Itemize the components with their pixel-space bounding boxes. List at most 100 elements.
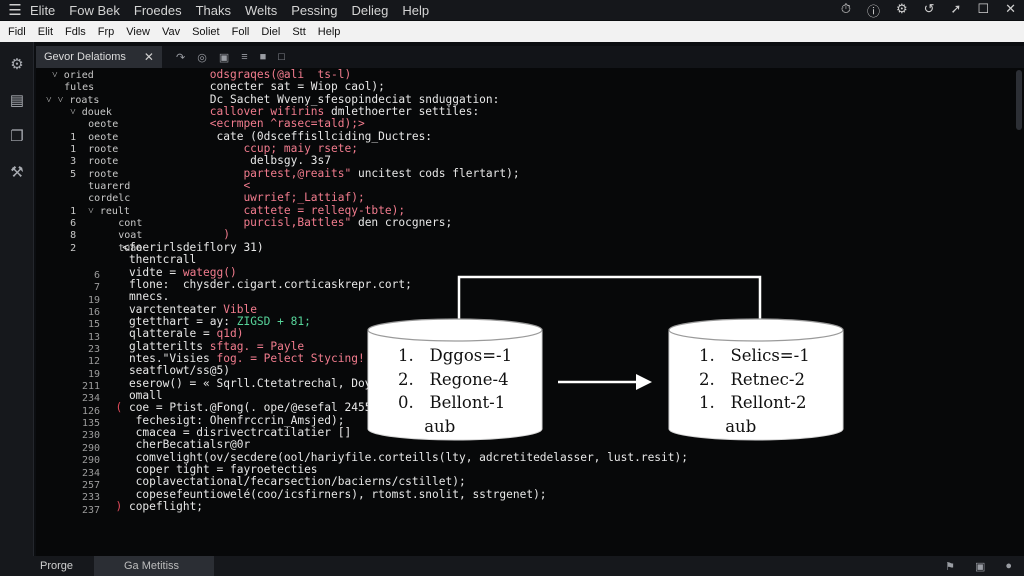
code-token: mnecs. bbox=[102, 290, 170, 304]
code-token: <foerirlsdeiflory 31) bbox=[102, 240, 264, 254]
code-token: omall bbox=[102, 388, 163, 402]
code-token: callover wifirins bbox=[102, 105, 332, 119]
line-number: 290 bbox=[81, 455, 100, 467]
toolbar-icon[interactable]: ■ bbox=[260, 51, 267, 64]
code-token: glatterilts bbox=[102, 339, 210, 353]
timer-icon[interactable]: ⏱ bbox=[841, 1, 851, 20]
db-entry: 1. Rellont-2 bbox=[699, 393, 807, 412]
menu-item[interactable]: Elite bbox=[30, 3, 55, 18]
menu-item[interactable]: Fdls bbox=[65, 26, 86, 38]
code-token: eserow() = « Sqrll.Ctetatrechal, Doy"; bbox=[102, 376, 385, 390]
line-number: 257 bbox=[81, 479, 100, 491]
code-token: odsgraqes(@ali ts-l) bbox=[102, 68, 352, 81]
line-number-gutter: 6 7 19 16 15 13 23 12 19 211 234 126 135 230 290 290 234… bbox=[40, 270, 100, 517]
line-number: 15 bbox=[87, 319, 100, 331]
gear-icon[interactable]: ⚙ bbox=[0, 46, 34, 82]
menu-item[interactable]: Diel bbox=[261, 26, 280, 38]
hamburger-menu-icon[interactable]: ☰ bbox=[0, 1, 30, 19]
line-number: 290 bbox=[81, 442, 100, 454]
close-icon[interactable]: ✕ bbox=[144, 50, 154, 64]
menu-item[interactable]: Thaks bbox=[196, 3, 231, 18]
code-token: Dc Sachet Wveny_sfesopindeciat snduggati… bbox=[102, 92, 500, 106]
menu-item[interactable]: Soliet bbox=[192, 26, 220, 38]
code-text[interactable]: odsgraqes(@ali ts-l) conecter sat = Wiop… bbox=[102, 68, 688, 514]
code-token: seatflowt/ss@5) bbox=[102, 364, 230, 378]
toolbar-icon[interactable]: ◎ bbox=[197, 51, 207, 64]
menu-item[interactable]: Fidl bbox=[8, 26, 26, 38]
line-number: 19 bbox=[87, 294, 100, 306]
menu-item[interactable]: Elit bbox=[38, 26, 53, 38]
code-token: uwrrief;_Lattiaf); bbox=[102, 191, 365, 205]
line-number: 23 bbox=[87, 344, 100, 356]
menu-item[interactable]: Frp bbox=[98, 26, 115, 38]
db-entry: 2. Regone-4 bbox=[398, 369, 509, 389]
code-token: ) bbox=[102, 228, 230, 242]
code-token: copeflight; bbox=[128, 500, 204, 514]
toolbar-icon[interactable]: □ bbox=[278, 51, 285, 64]
line-number: 6 bbox=[93, 270, 100, 281]
maximize-icon[interactable]: ☐ bbox=[977, 1, 989, 20]
menu-item[interactable]: Welts bbox=[245, 3, 277, 18]
toolbar-icon[interactable]: ▣ bbox=[219, 51, 229, 64]
code-token: cate (0dsceffisllciding_Ductres: bbox=[102, 129, 433, 143]
code-token: comvelight(ov/secdere(ool/hariyfile.cort… bbox=[102, 450, 688, 464]
code-token: uncitest cods flertart); bbox=[357, 166, 520, 180]
panel-icon[interactable]: ❐ bbox=[0, 118, 34, 154]
tool-icon[interactable]: ⚒ bbox=[0, 154, 34, 190]
refresh-icon[interactable]: ↺ bbox=[924, 1, 935, 20]
panel-icon[interactable]: ▣ bbox=[975, 560, 985, 573]
menu-item[interactable]: Foll bbox=[232, 26, 250, 38]
line-number: 16 bbox=[87, 307, 100, 319]
menu-item[interactable]: Stt bbox=[292, 26, 305, 38]
code-token: ZIGSD + 81; bbox=[236, 314, 311, 328]
code-token: flone: chysder.cigart.corticaskrepr.cort… bbox=[102, 277, 412, 291]
status-panel-tab[interactable]: Ga Metitiss bbox=[94, 556, 214, 576]
line-number: 230 bbox=[81, 430, 100, 442]
code-token: fechesigt: Ohenfrccrin_Amsjed); bbox=[102, 413, 345, 427]
status-left-text[interactable]: Prorge bbox=[0, 560, 94, 572]
line-number: 126 bbox=[81, 405, 100, 417]
db-entry: 2. Retnec-2 bbox=[699, 369, 806, 389]
db-entry: aub bbox=[699, 416, 757, 436]
menu-item[interactable]: Pessing bbox=[291, 3, 337, 18]
editor-toolbar: ↷ ◎ ▣ ≡ ■ □ bbox=[162, 51, 285, 64]
toolbar-icon[interactable]: ↷ bbox=[176, 51, 185, 64]
scrollbar-thumb[interactable] bbox=[1016, 70, 1022, 130]
code-token: cattete = relleqy-tbte); bbox=[102, 203, 406, 217]
line-number: 234 bbox=[81, 467, 100, 479]
tab-active-file[interactable]: Gevor Delatioms ✕ bbox=[36, 46, 162, 68]
code-token: thentcrall bbox=[102, 253, 197, 267]
status-icons: ⚑ ▣ ● bbox=[945, 560, 1012, 573]
code-token: purcisl,Battles" bbox=[102, 216, 358, 230]
code-token: cmacea = disrivectrcatilatier [] bbox=[102, 425, 352, 439]
line-number: 211 bbox=[81, 381, 100, 393]
scrollbar[interactable] bbox=[1016, 70, 1022, 554]
info-icon[interactable]: ⓘ bbox=[867, 1, 880, 20]
title-bar: ☰ Elite Fow Bek Froedes Thaks Welts Pessing De… bbox=[0, 0, 1024, 20]
code-token: conecter sat = Wiop caol); bbox=[102, 80, 385, 94]
window-controls: ⏱ ⓘ ⚙ ↺ ➚ ☐ ✕ bbox=[841, 1, 1016, 20]
code-token: sftag. = Payle bbox=[209, 339, 305, 353]
close-icon[interactable]: ✕ bbox=[1005, 1, 1016, 20]
code-token: ccup; maiy rsete; bbox=[102, 142, 358, 156]
code-token: qlatterale = bbox=[102, 327, 217, 341]
gear-icon[interactable]: ⚙ bbox=[896, 1, 908, 20]
code-token: coper tight = fayroetecties bbox=[102, 463, 318, 476]
menu-item[interactable]: Vav bbox=[162, 26, 180, 38]
editor-tab-bar: Gevor Delatioms ✕ ↷ ◎ ▣ ≡ ■ □ bbox=[36, 46, 1024, 68]
code-token: fog. = Pelect Stycing! bbox=[216, 351, 365, 365]
status-dot-icon[interactable]: ● bbox=[1005, 560, 1012, 573]
flag-icon[interactable]: ⚑ bbox=[945, 560, 955, 573]
pin-icon[interactable]: ➚ bbox=[951, 1, 962, 20]
toolbar-icon[interactable]: ≡ bbox=[241, 51, 247, 64]
line-number: 237 bbox=[81, 504, 100, 516]
menu-item[interactable]: Fow Bek bbox=[69, 3, 120, 18]
file-icon[interactable]: ▤ bbox=[0, 82, 34, 118]
secondary-menu-bar: Fidl Elit Fdls Frp View Vav Soliet Foll Diel Stt H… bbox=[0, 21, 1024, 42]
menu-item[interactable]: Help bbox=[402, 3, 429, 18]
menu-item[interactable]: Delieg bbox=[352, 3, 389, 18]
menu-item[interactable]: Help bbox=[318, 26, 341, 38]
menu-item[interactable]: View bbox=[126, 26, 150, 38]
left-database-labels: 1. Dggos=-1 2. Regone-4 0. Bellont-1 aub bbox=[398, 344, 512, 438]
menu-item[interactable]: Froedes bbox=[134, 3, 182, 18]
